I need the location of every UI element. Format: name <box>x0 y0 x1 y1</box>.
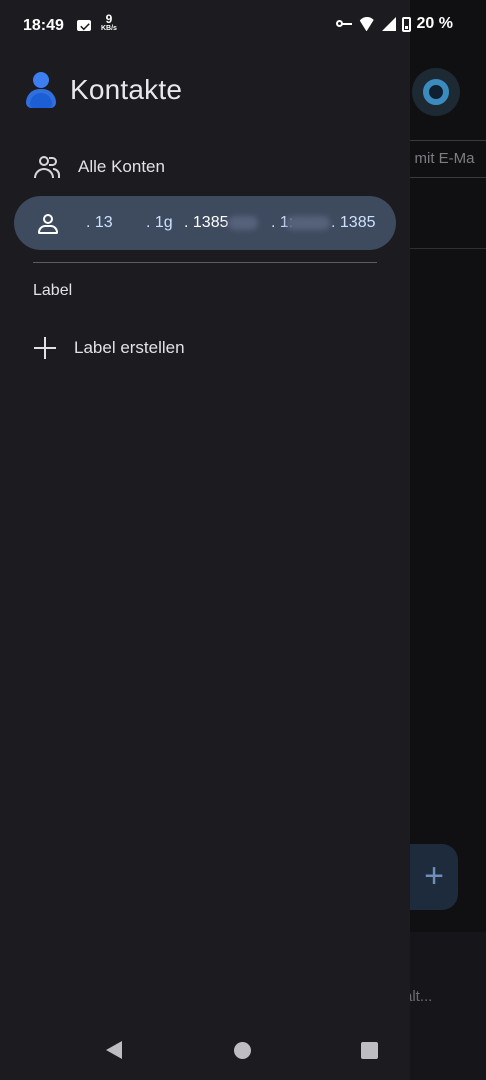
status-bar: 18:49 9 KB/s 20 % <box>0 0 486 52</box>
profile-avatar[interactable] <box>412 68 460 116</box>
wifi-icon <box>358 17 376 31</box>
search-field-partial[interactable]: e mit E-Ma <box>402 140 486 178</box>
redacted-text <box>286 216 330 230</box>
signal-icon <box>381 17 396 31</box>
system-nav-bar <box>0 1020 486 1080</box>
app-title: Kontakte <box>70 74 183 105</box>
app-header: Kontakte <box>24 72 182 108</box>
battery-icon <box>401 16 411 32</box>
status-icons: 20 % <box>335 15 453 33</box>
home-icon[interactable] <box>234 1042 251 1059</box>
person-icon <box>38 214 58 234</box>
background-divider <box>402 248 486 249</box>
people-icon <box>34 156 60 178</box>
mail-icon <box>77 20 91 31</box>
network-speed: 9 KB/s <box>101 12 117 33</box>
status-time: 18:49 <box>23 17 64 34</box>
account-text-fragment: . 1g <box>146 214 173 231</box>
drawer-divider <box>33 262 377 263</box>
avatar-ring-icon <box>423 79 449 105</box>
section-label: Label <box>33 282 73 299</box>
navigation-drawer: Kontakte Alle Konten . 13 . 1g . 1385 . … <box>0 0 410 1080</box>
nav-item-label: Alle Konten <box>78 157 165 176</box>
battery-percent: 20 % <box>416 15 453 32</box>
account-text-fragment: . 1385 <box>184 214 229 231</box>
account-text-fragment: . 13 <box>86 214 113 231</box>
network-speed-value: 9 <box>105 12 113 26</box>
network-speed-unit: KB/s <box>101 25 117 32</box>
create-label-text: Label erstellen <box>74 338 185 357</box>
plus-icon <box>34 337 56 359</box>
vpn-key-icon <box>335 19 352 29</box>
nav-item-all-accounts[interactable]: Alle Konten <box>34 156 165 178</box>
account-text-fragment: . 1385 <box>331 214 376 231</box>
nav-item-account-selected[interactable]: . 13 . 1g . 1385 . 1: . 1385 <box>14 196 396 250</box>
create-label-button[interactable]: Label erstellen <box>34 337 185 359</box>
back-icon[interactable] <box>106 1041 122 1059</box>
redacted-text <box>228 216 258 230</box>
recents-icon[interactable] <box>361 1042 378 1059</box>
contacts-logo-icon <box>24 72 58 108</box>
